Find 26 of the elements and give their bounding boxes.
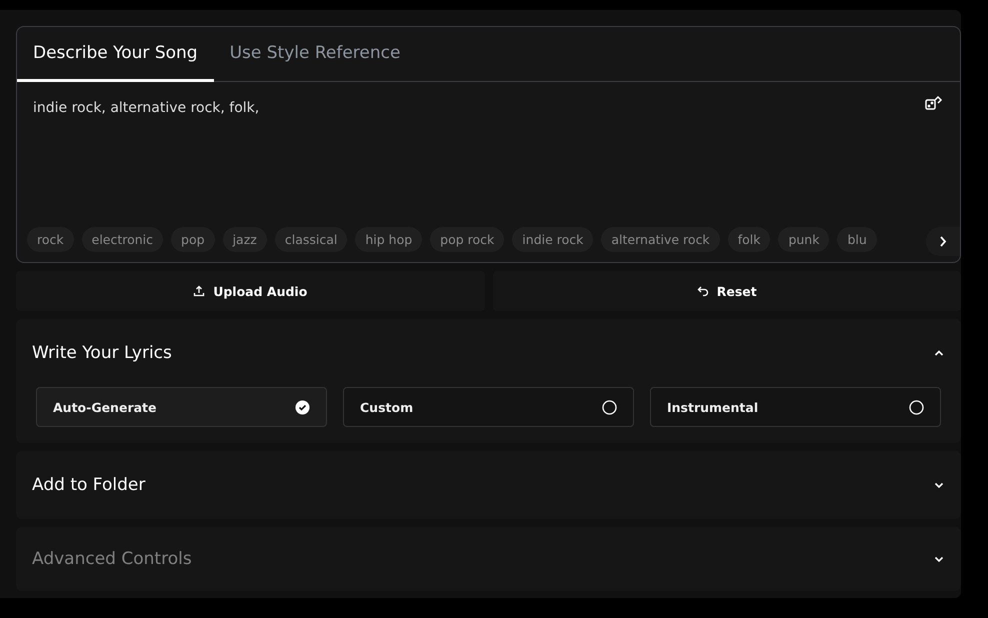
genre-tag[interactable]: classical: [274, 227, 348, 252]
section-title: Advanced Controls: [32, 549, 192, 569]
genre-tag[interactable]: blu: [837, 227, 877, 252]
section-title: Write Your Lyrics: [32, 343, 172, 363]
tab[interactable]: Describe Your Song: [17, 27, 214, 82]
section-title: Add to Folder: [32, 475, 146, 495]
undo-icon: [696, 285, 709, 297]
lyrics-option[interactable]: Custom: [343, 387, 634, 427]
genre-tag[interactable]: pop rock: [430, 227, 504, 252]
reset-button[interactable]: Reset: [492, 271, 961, 311]
lyrics-option[interactable]: Auto-Generate: [36, 387, 327, 427]
genre-tag[interactable]: hip hop: [355, 227, 422, 252]
genre-tag[interactable]: pop: [171, 227, 215, 252]
tab[interactable]: Use Style Reference: [214, 27, 416, 82]
genre-tag[interactable]: jazz: [222, 227, 267, 252]
genre-tag[interactable]: punk: [778, 227, 830, 252]
upload-icon: [193, 285, 206, 297]
genre-tag[interactable]: indie rock: [512, 227, 594, 252]
genre-tag[interactable]: folk: [728, 227, 770, 252]
genre-tag[interactable]: rock: [27, 227, 74, 252]
chevron-right-icon[interactable]: [926, 227, 960, 256]
genre-tag[interactable]: alternative rock: [601, 227, 720, 252]
lyrics-option[interactable]: Instrumental: [650, 387, 941, 427]
style-input-field[interactable]: indie rock, alternative rock, folk,: [33, 100, 900, 227]
genre-tag[interactable]: electronic: [82, 227, 164, 252]
upload-button[interactable]: Upload Audio: [16, 271, 484, 311]
